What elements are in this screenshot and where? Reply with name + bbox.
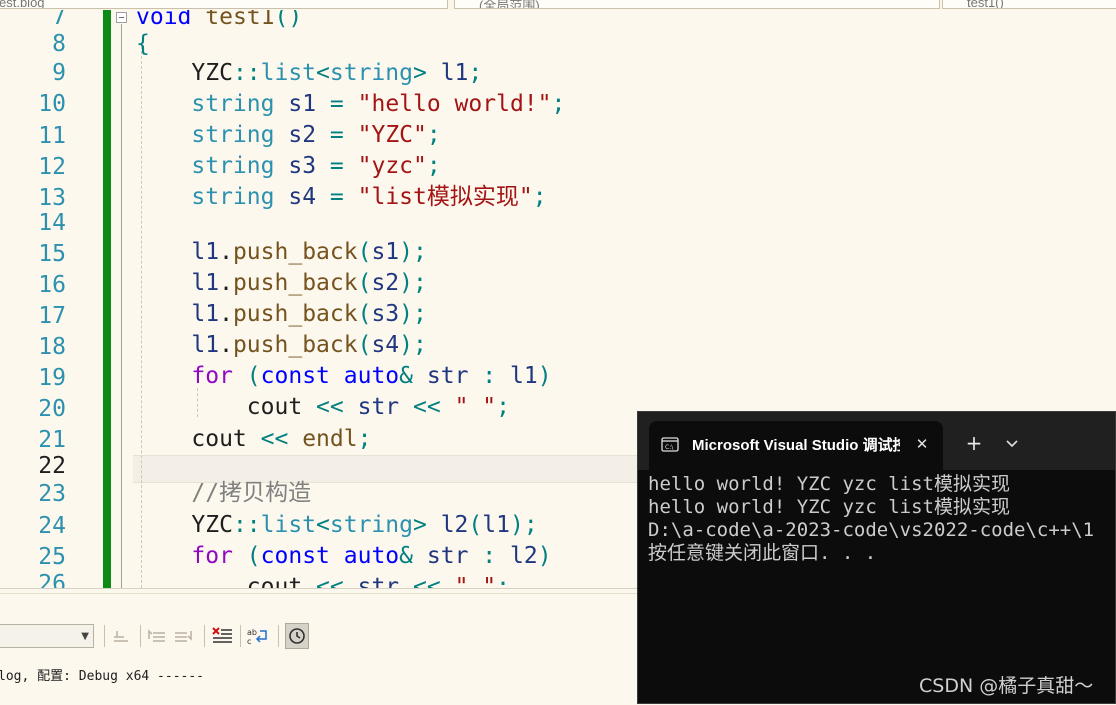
line-number: 18	[38, 334, 66, 360]
word-wrap-button[interactable]: ab c	[246, 623, 270, 649]
line-number: 25	[38, 544, 66, 570]
line-number: 24	[38, 513, 66, 539]
line-number: 16	[38, 272, 66, 298]
console-line: hello world! YZC yzc list模拟实现	[648, 496, 1010, 518]
line-number: 9	[52, 60, 66, 86]
output-panel: ▼ ab c log, 配置: Debug x64 ------	[0, 588, 637, 705]
code-line: string s3 = "yzc";	[191, 153, 441, 179]
find-message-icon	[114, 631, 128, 642]
tab-dropdown-button[interactable]	[1001, 432, 1023, 454]
find-message-button[interactable]	[109, 623, 133, 649]
line-number-current: 22	[38, 453, 66, 479]
clear-all-button[interactable]	[210, 623, 234, 649]
member-dropdown[interactable]: test1()	[942, 0, 1116, 9]
arrow-down-lines-icon	[175, 631, 192, 642]
code-line: cout << endl;	[191, 426, 372, 452]
terminal-icon: C:\	[661, 437, 679, 452]
code-line: YZC::list<string> l1;	[191, 60, 483, 86]
line-number: 14	[38, 210, 66, 236]
console-line: D:\a-code\a-2023-code\vs2022-code\c++\1	[648, 519, 1095, 541]
line-number: 7	[52, 10, 66, 30]
line-number: 12	[38, 154, 66, 180]
code-line: l1.push_back(s2);	[191, 270, 427, 296]
arrow-up-lines-icon	[148, 629, 165, 642]
new-tab-button[interactable]: +	[962, 432, 986, 454]
svg-text:C:\: C:\	[665, 444, 674, 451]
line-number: 19	[38, 365, 66, 391]
code-line: string s1 = "hello world!";	[191, 91, 566, 117]
line-number: 20	[38, 396, 66, 422]
line-number: 23	[38, 481, 66, 507]
file-scope-label: est.blog	[0, 0, 45, 9]
console-titlebar: C:\ Microsoft Visual Studio 调试控制台 ✕ +	[638, 412, 1115, 470]
toolbar-separator	[140, 625, 141, 647]
console-line: 按任意键关闭此窗口. . .	[648, 542, 877, 564]
svg-text:c: c	[247, 637, 251, 646]
console-tab[interactable]: C:\ Microsoft Visual Studio 调试控制台 ✕	[649, 421, 943, 470]
file-scope-dropdown[interactable]: est.blog	[0, 0, 448, 9]
code-line: void test1()	[136, 10, 303, 30]
toolbar-separator	[204, 625, 205, 647]
build-output-text: log, 配置: Debug x64 ------	[0, 669, 205, 684]
code-line: l1.push_back(s3);	[191, 301, 427, 327]
line-number: 10	[38, 91, 66, 117]
code-line: for (const auto& str : l1)	[191, 363, 552, 389]
previous-message-button[interactable]	[145, 623, 169, 649]
watermark-text: CSDN @橘子真甜～	[919, 675, 1094, 697]
line-number: 26	[38, 571, 66, 588]
panel-divider	[0, 593, 637, 594]
console-window[interactable]: C:\ Microsoft Visual Studio 调试控制台 ✕ + he…	[637, 411, 1116, 704]
next-message-button[interactable]	[171, 623, 195, 649]
code-line: cout << str << " ";	[246, 574, 510, 588]
toolbar-separator	[104, 625, 105, 647]
code-line: cout << str << " ";	[246, 394, 510, 420]
clear-all-icon	[212, 627, 232, 643]
clock-icon	[289, 628, 305, 644]
console-tab-title: Microsoft Visual Studio 调试控制台	[692, 437, 900, 454]
chevron-down-icon	[1006, 440, 1018, 448]
code-line: string s2 = "YZC";	[191, 122, 441, 148]
word-wrap-icon: abc	[247, 628, 267, 646]
close-icon[interactable]: ✕	[911, 433, 933, 455]
show-timestamps-button[interactable]	[285, 623, 309, 649]
scope-label: (全局范围)	[479, 0, 540, 9]
console-line: hello world! YZC yzc list模拟实现	[648, 473, 1010, 495]
line-number: 17	[38, 303, 66, 329]
code-line: for (const auto& str : l2)	[191, 543, 552, 569]
code-line: //拷贝构造	[191, 480, 312, 506]
outline-guide	[121, 24, 122, 588]
chevron-down-icon: ▼	[81, 631, 89, 642]
console-output: hello world! YZC yzc list模拟实现 hello world…	[648, 473, 1094, 565]
change-tracking-bar	[103, 10, 111, 588]
line-number: 8	[52, 31, 66, 57]
code-line: {	[136, 31, 150, 57]
code-line: l1.push_back(s1);	[191, 239, 427, 265]
collapse-icon[interactable]	[116, 12, 127, 23]
code-line: YZC::list<string> l2(l1);	[191, 512, 538, 538]
svg-text:ab: ab	[247, 628, 257, 637]
member-label: test1()	[967, 0, 1004, 9]
line-number: 15	[38, 241, 66, 267]
scope-dropdown[interactable]: (全局范围)	[454, 0, 940, 9]
line-number: 11	[38, 123, 66, 149]
toolbar-separator	[240, 625, 241, 647]
output-source-select[interactable]: ▼	[0, 624, 94, 648]
code-line: l1.push_back(s4);	[191, 332, 427, 358]
line-number: 21	[38, 427, 66, 453]
code-line: string s4 = "list模拟实现";	[191, 184, 547, 210]
toolbar-separator	[278, 625, 279, 647]
